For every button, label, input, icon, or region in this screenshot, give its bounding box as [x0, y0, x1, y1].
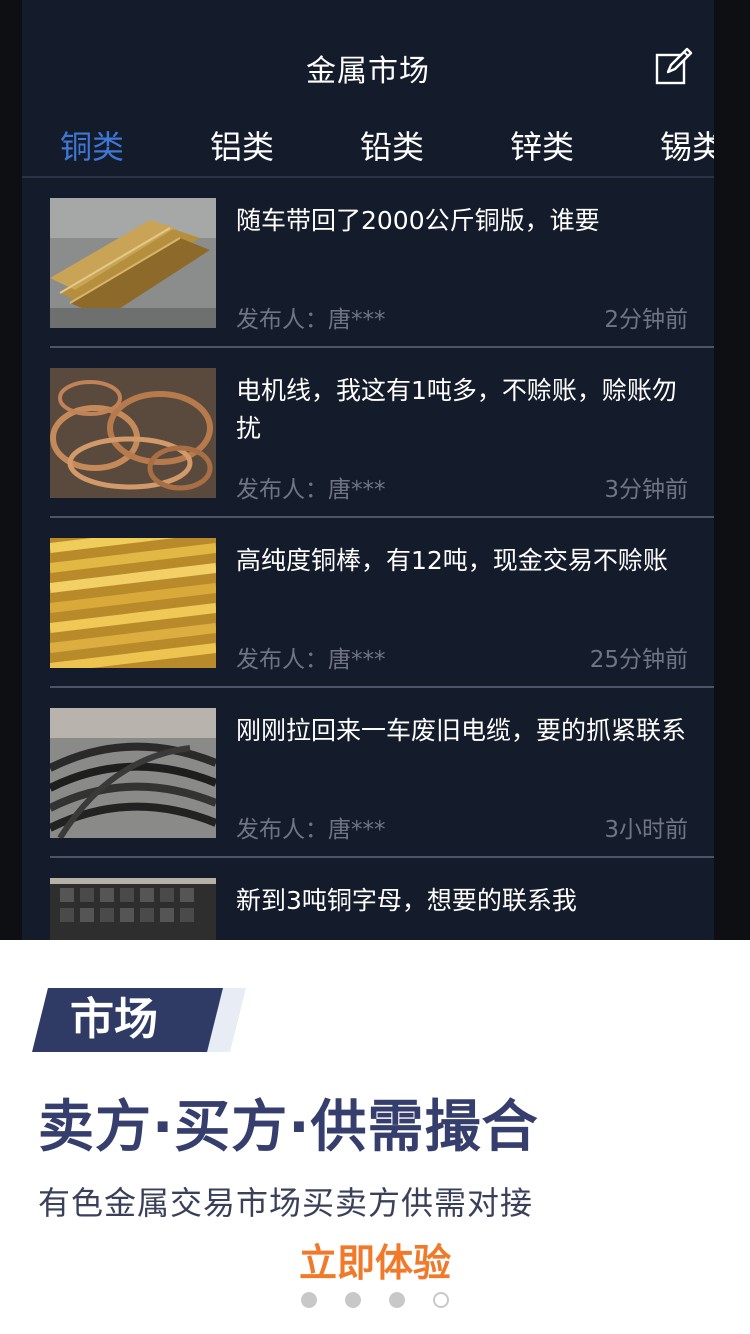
post-time: 2分钟前: [604, 307, 688, 333]
tab-tin[interactable]: 锡类: [660, 122, 714, 168]
pager-dot[interactable]: [301, 1292, 317, 1308]
post-publisher: 发布人：唐***: [236, 647, 386, 673]
tab-lead[interactable]: 铅类: [360, 122, 424, 168]
post-time: 25分钟前: [589, 647, 688, 673]
post-publisher: 发布人：唐***: [236, 817, 386, 843]
list-item[interactable]: 刚刚拉回来一车废旧电缆，要的抓紧联系 发布人：唐*** 3小时前: [50, 688, 714, 858]
list-item[interactable]: 新到3吨铜字母，想要的联系我: [50, 858, 714, 940]
list-item[interactable]: 电机线，我这有1吨多，不赊账，赊账勿扰 发布人：唐*** 3分钟前: [50, 348, 714, 518]
post-publisher: 发布人：唐***: [236, 477, 386, 503]
post-title: 随车带回了2000公斤铜版，谁要: [236, 206, 600, 235]
tab-copper[interactable]: 铜类: [60, 122, 124, 168]
pager-dot[interactable]: [389, 1292, 405, 1308]
pager-dot[interactable]: [345, 1292, 361, 1308]
try-now-button[interactable]: 立即体验: [0, 1232, 750, 1287]
post-thumbnail: [50, 878, 216, 940]
post-thumbnail: [50, 198, 216, 328]
pager-dots: [0, 1292, 750, 1308]
phone-screenshot: 金属市场 铜类 铝类 铅类 锌类 锡类 随车带回了2000公斤铜版，谁要 发布人…: [0, 0, 750, 940]
promo-headline: 卖方·买方·供需撮合: [38, 1095, 539, 1160]
list-item[interactable]: 高纯度铜棒，有12吨，现金交易不赊账 发布人：唐*** 25分钟前: [50, 518, 714, 688]
page-title: 金属市场: [306, 54, 430, 89]
post-time: 3分钟前: [604, 477, 688, 503]
post-title: 刚刚拉回来一车废旧电缆，要的抓紧联系: [236, 716, 687, 745]
list-item[interactable]: 随车带回了2000公斤铜版，谁要 发布人：唐*** 2分钟前: [50, 178, 714, 348]
section-badge-label: 市场: [70, 994, 158, 1045]
post-thumbnail: [50, 708, 216, 838]
tab-aluminum[interactable]: 铝类: [210, 122, 274, 168]
edit-icon[interactable]: [654, 46, 694, 86]
post-title: 高纯度铜棒，有12吨，现金交易不赊账: [236, 546, 668, 575]
tab-zinc[interactable]: 锌类: [510, 122, 574, 168]
post-title: 新到3吨铜字母，想要的联系我: [236, 886, 577, 915]
app-screen: 金属市场 铜类 铝类 铅类 锌类 锡类 随车带回了2000公斤铜版，谁要 发布人…: [22, 0, 714, 940]
post-thumbnail: [50, 538, 216, 668]
post-time: 3小时前: [604, 817, 688, 843]
post-thumbnail: [50, 368, 216, 498]
post-publisher: 发布人：唐***: [236, 307, 386, 333]
promo-subline: 有色金属交易市场买卖方供需对接: [38, 1184, 534, 1222]
pager-dot-active[interactable]: [433, 1292, 449, 1308]
category-tabs: 铜类 铝类 铅类 锌类 锡类: [22, 118, 714, 176]
post-title: 电机线，我这有1吨多，不赊账，赊账勿扰: [236, 376, 677, 443]
